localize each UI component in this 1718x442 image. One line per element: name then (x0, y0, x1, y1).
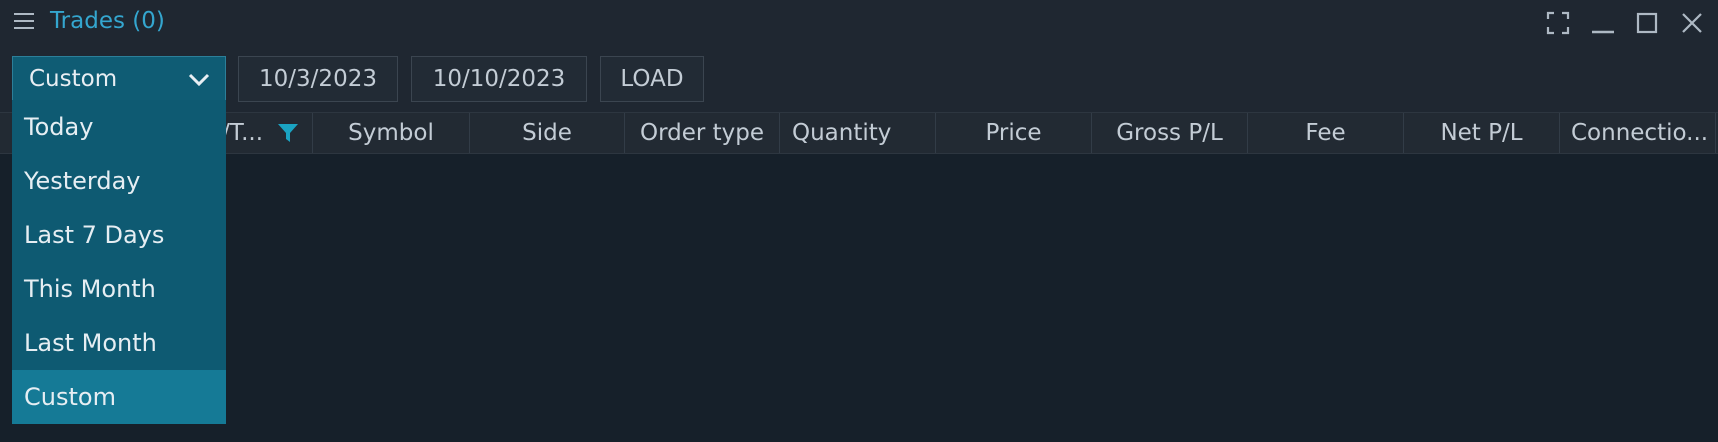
menu-icon[interactable] (14, 13, 34, 31)
column-header-connection[interactable]: Connectio... (1560, 113, 1716, 153)
title-bar: Trades (0) (0, 0, 1718, 44)
maximize-icon[interactable] (1632, 8, 1662, 38)
column-header-price[interactable]: Price (936, 113, 1092, 153)
period-dropdown: Today Yesterday Last 7 Days This Month L… (12, 100, 226, 424)
chevron-down-icon (188, 73, 210, 87)
grid-header: /T... Symbol Side Order type Quantity Pr… (0, 112, 1718, 154)
column-header-gross-pl[interactable]: Gross P/L (1092, 113, 1248, 153)
column-label: /T... (222, 120, 264, 146)
column-header-order-type[interactable]: Order type (625, 113, 780, 153)
period-select-value: Custom (29, 66, 118, 92)
fullscreen-icon[interactable] (1543, 8, 1573, 38)
column-header-quantity[interactable]: Quantity (780, 113, 936, 153)
dropdown-option-yesterday[interactable]: Yesterday (12, 154, 226, 208)
dropdown-option-this-month[interactable]: This Month (12, 262, 226, 316)
filter-icon[interactable] (277, 123, 299, 143)
grid-body (0, 154, 1718, 442)
toolbar: Custom 10/3/2023 10/10/2023 LOAD (0, 44, 1718, 112)
column-header-fee[interactable]: Fee (1248, 113, 1404, 153)
dropdown-option-today[interactable]: Today (12, 100, 226, 154)
window-title: Trades (0) (50, 8, 165, 34)
from-date-field[interactable]: 10/3/2023 (238, 56, 398, 102)
period-select[interactable]: Custom (12, 56, 226, 102)
dropdown-option-last-7-days[interactable]: Last 7 Days (12, 208, 226, 262)
column-header-side[interactable]: Side (470, 113, 625, 153)
to-date-field[interactable]: 10/10/2023 (411, 56, 587, 102)
close-icon[interactable] (1677, 8, 1707, 38)
minimize-icon[interactable] (1588, 8, 1618, 38)
dropdown-option-custom[interactable]: Custom (12, 370, 226, 424)
column-header-symbol[interactable]: Symbol (313, 113, 470, 153)
column-header-net-pl[interactable]: Net P/L (1404, 113, 1560, 153)
dropdown-option-last-month[interactable]: Last Month (12, 316, 226, 370)
load-button[interactable]: LOAD (600, 56, 704, 102)
